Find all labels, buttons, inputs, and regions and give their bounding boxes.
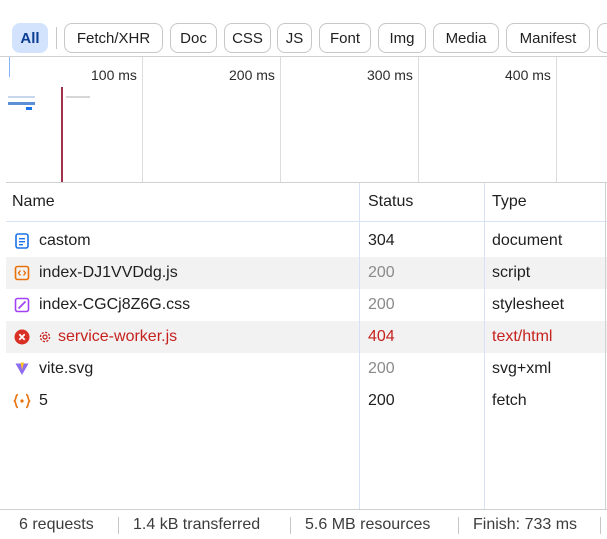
column-divider[interactable] xyxy=(359,183,360,510)
column-header-name[interactable]: Name xyxy=(12,183,357,221)
filter-doc-button[interactable]: Doc xyxy=(170,23,217,53)
load-event-line xyxy=(61,87,63,182)
request-name: index-DJ1VVDdg.js xyxy=(39,264,178,281)
table-row[interactable]: index-DJ1VVDdg.js 200 script xyxy=(6,257,607,289)
column-header-status[interactable]: Status xyxy=(368,183,483,221)
request-name: index-CGCj8Z6G.css xyxy=(39,296,191,313)
tick-line xyxy=(280,57,281,183)
vite-icon xyxy=(14,361,30,377)
request-name: castom xyxy=(39,232,91,249)
tick-line xyxy=(418,57,419,183)
table-row[interactable]: vite.svg 200 svg+xml xyxy=(6,353,607,385)
request-type: fetch xyxy=(492,392,527,409)
header-divider xyxy=(6,221,607,222)
request-status: 200 xyxy=(368,392,395,409)
status-divider xyxy=(290,517,291,534)
request-name: service-worker.js xyxy=(58,328,178,345)
service-worker-gear-icon xyxy=(38,330,52,344)
document-icon xyxy=(14,233,30,249)
filter-more-button[interactable] xyxy=(597,23,607,53)
request-type: document xyxy=(492,232,563,249)
tick-label: 400 ms xyxy=(505,67,551,83)
table-row[interactable]: castom 304 document xyxy=(6,225,607,257)
request-status: 304 xyxy=(368,232,395,249)
request-status: 200 xyxy=(368,296,395,313)
request-type: stylesheet xyxy=(492,296,565,313)
filter-all-button[interactable]: All xyxy=(12,23,48,53)
fetch-icon xyxy=(13,393,31,409)
filter-js-button[interactable]: JS xyxy=(277,23,312,53)
filter-manifest-button[interactable]: Manifest xyxy=(506,23,590,53)
panel-right-border xyxy=(605,182,606,509)
request-name: 5 xyxy=(39,392,48,409)
tick-line xyxy=(142,57,143,183)
filter-bar: All Fetch/XHR Doc CSS JS Font Img Media … xyxy=(0,0,607,56)
finish-time: Finish: 733 ms xyxy=(473,516,578,533)
status-divider xyxy=(600,517,601,534)
resources-size: 5.6 MB resources xyxy=(305,516,431,533)
filter-fetch-xhr-button[interactable]: Fetch/XHR xyxy=(64,23,163,53)
status-divider xyxy=(118,517,119,534)
status-bar: 6 requests 1.4 kB transferred 5.6 MB res… xyxy=(0,509,607,539)
request-count: 6 requests xyxy=(19,516,94,533)
request-type: svg+xml xyxy=(492,360,552,377)
waterfall-bar xyxy=(66,96,90,98)
network-overview[interactable]: 100 ms 200 ms 300 ms 400 ms xyxy=(0,56,607,183)
request-name: vite.svg xyxy=(39,360,94,377)
requests-table: Name Status Type castom 304 document ind… xyxy=(6,182,607,510)
tick-line xyxy=(556,57,557,183)
filter-divider xyxy=(56,27,57,49)
overview-left-handle[interactable] xyxy=(9,57,10,77)
request-status: 404 xyxy=(368,328,395,345)
status-divider xyxy=(458,517,459,534)
table-row[interactable]: service-worker.js 404 text/html xyxy=(6,321,607,353)
transferred-size: 1.4 kB transferred xyxy=(133,516,261,533)
request-status: 200 xyxy=(368,360,395,377)
tick-label: 100 ms xyxy=(91,67,137,83)
tick-label: 200 ms xyxy=(229,67,275,83)
table-row[interactable]: 5 200 fetch xyxy=(6,385,607,417)
request-type: script xyxy=(492,264,531,281)
waterfall-bar xyxy=(8,96,35,98)
waterfall-bar xyxy=(8,102,35,105)
waterfall-bar xyxy=(26,107,32,110)
error-icon xyxy=(14,329,30,345)
column-divider[interactable] xyxy=(484,183,485,510)
request-status: 200 xyxy=(368,264,395,281)
request-type: text/html xyxy=(492,328,553,345)
table-row[interactable]: index-CGCj8Z6G.css 200 stylesheet xyxy=(6,289,607,321)
column-header-type[interactable]: Type xyxy=(492,183,602,221)
filter-img-button[interactable]: Img xyxy=(378,23,426,53)
tick-label: 300 ms xyxy=(367,67,413,83)
stylesheet-icon xyxy=(14,297,30,313)
filter-css-button[interactable]: CSS xyxy=(224,23,271,53)
filter-font-button[interactable]: Font xyxy=(319,23,371,53)
filter-media-button[interactable]: Media xyxy=(433,23,499,53)
script-icon xyxy=(14,265,30,281)
